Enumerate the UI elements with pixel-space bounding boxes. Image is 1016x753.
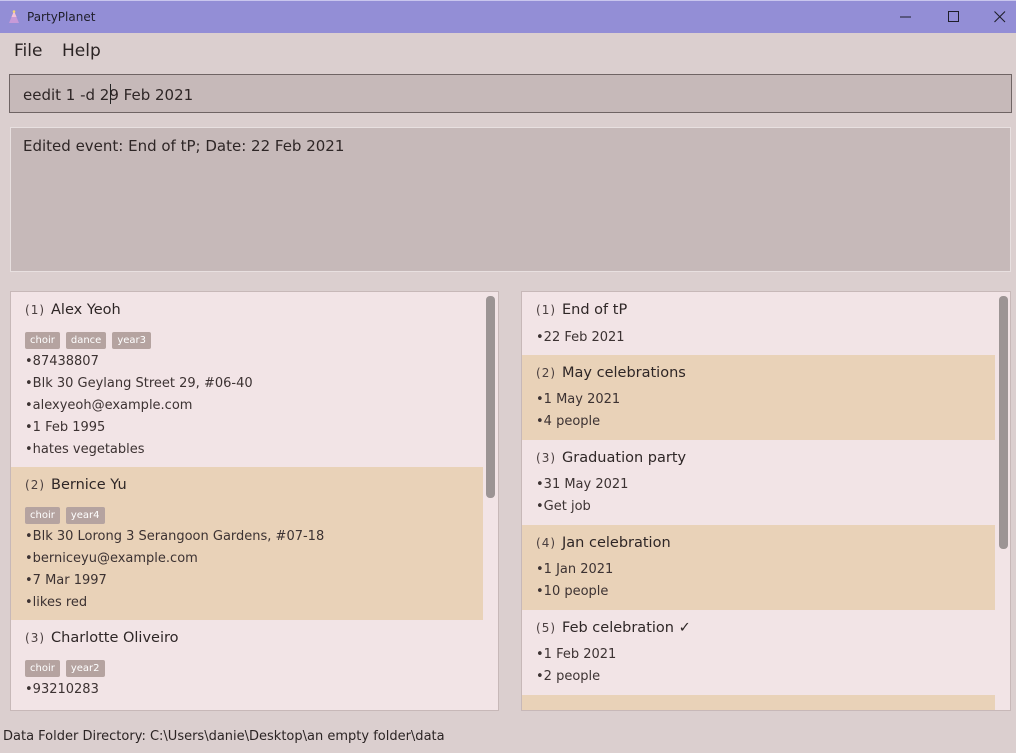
person-index: 2 <box>30 478 40 492</box>
person-index: 3 <box>30 631 40 645</box>
person-index: 1 <box>30 303 40 317</box>
event-name: Jan celebration <box>562 535 671 551</box>
event-remark: •4 people <box>536 414 601 429</box>
event-name: End of tP <box>562 302 628 318</box>
tag: dance <box>65 332 107 349</box>
person-birthday: •1 Feb 1995 <box>25 420 106 435</box>
menu-help[interactable]: Help <box>62 41 101 61</box>
event-date: •1 Jan 2021 <box>536 562 614 577</box>
event-index: 1 <box>541 303 551 317</box>
person-name-line: (2) Bernice Yu <box>25 477 127 493</box>
event-card[interactable]: (1) End of tP •22 Feb 2021 <box>522 292 995 355</box>
event-remark: •2 people <box>536 669 601 684</box>
maximize-icon <box>948 11 959 22</box>
person-tags: choir year2 <box>25 656 111 677</box>
person-tags: choir year4 <box>25 503 111 524</box>
event-card[interactable]: (5) Feb celebration ✓ •1 Feb 2021 •2 peop… <box>522 610 995 695</box>
person-address: •Blk 30 Geylang Street 29, #06-40 <box>25 376 253 391</box>
close-icon <box>994 11 1006 23</box>
event-name: Graduation party <box>562 450 687 466</box>
person-name-line: (3) Charlotte Oliveiro <box>25 630 179 646</box>
data-folder-path: Data Folder Directory: C:\Users\danie\De… <box>3 729 445 744</box>
person-phone: •93210283 <box>25 682 99 697</box>
text-caret <box>110 84 111 104</box>
person-email: •berniceyu@example.com <box>25 551 198 566</box>
event-index: 3 <box>541 451 551 465</box>
person-tags: choir dance year3 <box>25 328 157 349</box>
tag: year3 <box>112 332 151 349</box>
event-remark: •10 people <box>536 584 609 599</box>
party-hat-icon <box>9 10 19 23</box>
person-card[interactable]: (1) Alex Yeoh choir dance year3 •87438807 •… <box>11 292 483 467</box>
event-card[interactable]: (3) Graduation party •31 May 2021 •Get jo… <box>522 440 995 525</box>
event-name: Feb celebration ✓ <box>562 620 691 636</box>
event-name-line: (3) Graduation party <box>536 450 687 466</box>
result-text: Edited event: End of tP; Date: 22 Feb 20… <box>23 137 345 155</box>
event-list-panel[interactable]: (1) End of tP •22 Feb 2021 (2) May celebra… <box>521 291 1011 711</box>
person-birthday: •7 Mar 1997 <box>25 573 107 588</box>
menu-file[interactable]: File <box>14 41 42 61</box>
tag: choir <box>25 507 60 524</box>
person-list-panel[interactable]: (1) Alex Yeoh choir dance year3 •87438807 •… <box>10 291 499 711</box>
event-name-line: (2) May celebrations <box>536 365 686 381</box>
close-button[interactable] <box>977 1 1016 34</box>
person-phone: •87438807 <box>25 354 99 369</box>
command-input-text: eedit 1 -d 29 Feb 2021 <box>23 86 194 104</box>
event-name-line: (1) End of tP <box>536 302 628 318</box>
tag: year2 <box>65 660 105 677</box>
event-card[interactable]: (2) May celebrations •1 May 2021 •4 peopl… <box>522 355 995 440</box>
menu-bar: File Help <box>0 33 1016 67</box>
event-list-scrollbar[interactable] <box>999 296 1008 549</box>
person-name: Bernice Yu <box>51 477 127 493</box>
event-date: •22 Feb 2021 <box>536 330 625 345</box>
person-card[interactable]: (2) Bernice Yu choir year4 •Blk 30 Lorong … <box>11 467 483 620</box>
event-name-line: (4) Jan celebration <box>536 535 671 551</box>
person-name: Charlotte Oliveiro <box>51 630 179 646</box>
tag: choir <box>25 660 60 677</box>
minimize-icon <box>900 16 911 18</box>
tag: year4 <box>65 507 105 524</box>
event-date: •31 May 2021 <box>536 477 629 492</box>
result-display: Edited event: End of tP; Date: 22 Feb 20… <box>10 127 1011 272</box>
event-date: •1 May 2021 <box>536 392 621 407</box>
minimize-button[interactable] <box>883 1 929 34</box>
event-index: 5 <box>541 621 551 635</box>
event-card[interactable]: (4) Jan celebration •1 Jan 2021 •10 peopl… <box>522 525 995 610</box>
event-card[interactable] <box>522 695 995 710</box>
person-name: Alex Yeoh <box>51 302 121 318</box>
event-index: 4 <box>541 536 551 550</box>
event-index: 2 <box>541 366 551 380</box>
title-bar: PartyPlanet <box>0 0 1016 33</box>
person-remark: •likes red <box>25 595 88 610</box>
person-list-scrollbar[interactable] <box>486 296 495 498</box>
event-date: •1 Feb 2021 <box>536 647 617 662</box>
tag: choir <box>25 332 60 349</box>
person-name-line: (1) Alex Yeoh <box>25 302 121 318</box>
person-card[interactable]: (3) Charlotte Oliveiro choir year2 •932102… <box>11 620 483 710</box>
maximize-button[interactable] <box>931 1 977 34</box>
person-email: •alexyeoh@example.com <box>25 398 193 413</box>
event-name-line: (5) Feb celebration ✓ <box>536 620 691 636</box>
event-name: May celebrations <box>562 365 686 381</box>
event-remark: •Get job <box>536 499 591 514</box>
person-remark: •hates vegetables <box>25 442 145 457</box>
window-title: PartyPlanet <box>27 10 96 24</box>
status-bar: Data Folder Directory: C:\Users\danie\De… <box>0 722 1016 753</box>
command-input[interactable]: eedit 1 -d 29 Feb 2021 <box>9 74 1012 113</box>
person-address: •Blk 30 Lorong 3 Serangoon Gardens, #07-… <box>25 529 325 544</box>
